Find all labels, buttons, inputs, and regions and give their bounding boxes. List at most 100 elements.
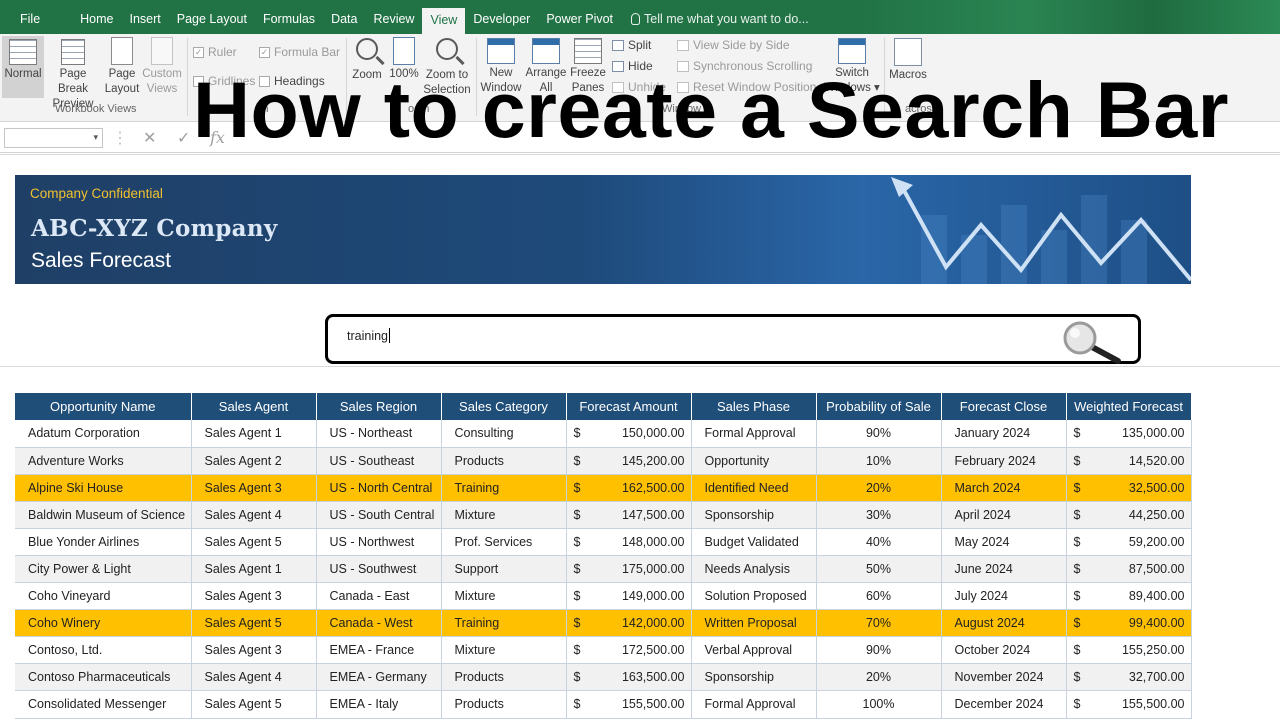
forecast-amount-cell[interactable]: $148,000.00 — [566, 528, 692, 556]
sales-agent-cell[interactable]: Sales Agent 1 — [191, 555, 317, 584]
sales-category-cell[interactable]: Prof. Services — [441, 528, 567, 556]
column-header[interactable]: Opportunity Name — [15, 393, 192, 420]
column-header[interactable]: Sales Category — [441, 393, 567, 420]
forecast-amount-cell[interactable]: $150,000.00 — [566, 420, 692, 448]
sales-region-cell[interactable]: US - North Central — [316, 474, 442, 502]
sales-phase-cell[interactable]: Verbal Approval — [691, 636, 817, 665]
sales-region-cell[interactable]: US - Northeast — [316, 420, 442, 448]
sales-agent-cell[interactable]: Sales Agent 2 — [191, 447, 317, 475]
column-header[interactable]: Forecast Amount — [566, 393, 692, 420]
forecast-amount-cell[interactable]: $149,000.00 — [566, 582, 692, 611]
column-header[interactable]: Sales Phase — [691, 393, 817, 420]
weighted-forecast-cell[interactable]: $32,500.00 — [1066, 474, 1192, 502]
forecast-amount-cell[interactable]: $162,500.00 — [566, 474, 692, 502]
forecast-amount-cell[interactable]: $155,500.00 — [566, 690, 692, 719]
custom-views-button[interactable]: Custom Views — [141, 37, 183, 97]
sales-phase-cell[interactable]: Identified Need — [691, 474, 817, 502]
sales-agent-cell[interactable]: Sales Agent 5 — [191, 609, 317, 638]
tab-developer[interactable]: Developer — [465, 0, 538, 34]
sales-agent-cell[interactable]: Sales Agent 4 — [191, 663, 317, 692]
sales-agent-cell[interactable]: Sales Agent 3 — [191, 636, 317, 665]
probability-cell[interactable]: 20% — [816, 663, 942, 692]
table-row[interactable]: Consolidated Messenger Sales Agent 5 EMEA … — [15, 690, 1192, 719]
sales-region-cell[interactable]: EMEA - Germany — [316, 663, 442, 692]
weighted-forecast-cell[interactable]: $87,500.00 — [1066, 555, 1192, 584]
cancel-icon[interactable]: ✕ — [143, 128, 156, 148]
forecast-amount-cell[interactable]: $172,500.00 — [566, 636, 692, 665]
forecast-close-cell[interactable]: February 2024 — [941, 447, 1067, 475]
opportunity-name-cell[interactable]: Coho Winery — [15, 609, 192, 638]
sales-category-cell[interactable]: Products — [441, 447, 567, 475]
tab-page-layout[interactable]: Page Layout — [169, 0, 255, 34]
sales-agent-cell[interactable]: Sales Agent 3 — [191, 474, 317, 502]
table-row[interactable]: Coho Vineyard Sales Agent 3 Canada - East M… — [15, 582, 1192, 611]
sales-phase-cell[interactable]: Formal Approval — [691, 690, 817, 719]
table-row[interactable]: Contoso, Ltd. Sales Agent 3 EMEA - France M… — [15, 636, 1192, 665]
sales-region-cell[interactable]: US - Southeast — [316, 447, 442, 475]
sales-region-cell[interactable]: US - Southwest — [316, 555, 442, 584]
sales-category-cell[interactable]: Mixture — [441, 582, 567, 611]
forecast-close-cell[interactable]: May 2024 — [941, 528, 1067, 556]
opportunity-name-cell[interactable]: Blue Yonder Airlines — [15, 528, 192, 556]
sales-phase-cell[interactable]: Opportunity — [691, 447, 817, 475]
tab-review[interactable]: Review — [365, 0, 422, 34]
sales-category-cell[interactable]: Training — [441, 609, 567, 638]
opportunity-name-cell[interactable]: City Power & Light — [15, 555, 192, 584]
probability-cell[interactable]: 50% — [816, 555, 942, 584]
tab-file[interactable]: File — [0, 0, 72, 34]
probability-cell[interactable]: 20% — [816, 474, 942, 502]
sales-category-cell[interactable]: Products — [441, 690, 567, 719]
forecast-amount-cell[interactable]: $145,200.00 — [566, 447, 692, 475]
weighted-forecast-cell[interactable]: $155,250.00 — [1066, 636, 1192, 665]
enter-icon[interactable]: ✓ — [177, 128, 190, 148]
probability-cell[interactable]: 30% — [816, 501, 942, 529]
opportunity-name-cell[interactable]: Adventure Works — [15, 447, 192, 475]
opportunity-name-cell[interactable]: Consolidated Messenger — [15, 690, 192, 719]
probability-cell[interactable]: 90% — [816, 420, 942, 448]
sales-phase-cell[interactable]: Written Proposal — [691, 609, 817, 638]
weighted-forecast-cell[interactable]: $14,520.00 — [1066, 447, 1192, 475]
sales-category-cell[interactable]: Consulting — [441, 420, 567, 448]
forecast-amount-cell[interactable]: $147,500.00 — [566, 501, 692, 529]
probability-cell[interactable]: 100% — [816, 690, 942, 719]
view-side-by-side-button[interactable]: View Side by Side — [677, 38, 790, 52]
tab-data[interactable]: Data — [323, 0, 365, 34]
table-row[interactable]: City Power & Light Sales Agent 1 US - Sout… — [15, 555, 1192, 584]
magnifier-icon[interactable] — [1058, 321, 1126, 365]
table-row[interactable]: Baldwin Museum of Science Sales Agent 4 US… — [15, 501, 1192, 529]
sales-phase-cell[interactable]: Budget Validated — [691, 528, 817, 556]
forecast-close-cell[interactable]: June 2024 — [941, 555, 1067, 584]
probability-cell[interactable]: 40% — [816, 528, 942, 556]
sales-agent-cell[interactable]: Sales Agent 5 — [191, 690, 317, 719]
sales-category-cell[interactable]: Training — [441, 474, 567, 502]
forecast-close-cell[interactable]: January 2024 — [941, 420, 1067, 448]
forecast-close-cell[interactable]: July 2024 — [941, 582, 1067, 611]
sales-category-cell[interactable]: Mixture — [441, 501, 567, 529]
normal-view-button[interactable]: Normal — [2, 36, 44, 98]
probability-cell[interactable]: 10% — [816, 447, 942, 475]
table-row[interactable]: Alpine Ski House Sales Agent 3 US - North … — [15, 474, 1192, 502]
forecast-close-cell[interactable]: April 2024 — [941, 501, 1067, 529]
table-row[interactable]: Coho Winery Sales Agent 5 Canada - West Tra… — [15, 609, 1192, 638]
forecast-close-cell[interactable]: December 2024 — [941, 690, 1067, 719]
forecast-close-cell[interactable]: March 2024 — [941, 474, 1067, 502]
tab-insert[interactable]: Insert — [122, 0, 169, 34]
table-row[interactable]: Contoso Pharmaceuticals Sales Agent 4 EMEA… — [15, 663, 1192, 692]
search-bar[interactable]: training — [325, 314, 1141, 364]
sales-category-cell[interactable]: Mixture — [441, 636, 567, 665]
table-row[interactable]: Adventure Works Sales Agent 2 US - Southea… — [15, 447, 1192, 475]
formula-bar-checkbox[interactable]: ✓ Formula Bar — [259, 45, 340, 59]
column-header[interactable]: Probability of Sale — [816, 393, 942, 420]
table-row[interactable]: Adatum Corporation Sales Agent 1 US - Nort… — [15, 420, 1192, 448]
sales-agent-cell[interactable]: Sales Agent 3 — [191, 582, 317, 611]
sales-agent-cell[interactable]: Sales Agent 5 — [191, 528, 317, 556]
tell-me-search[interactable]: Tell me what you want to do... — [621, 0, 809, 34]
opportunity-name-cell[interactable]: Adatum Corporation — [15, 420, 192, 448]
forecast-amount-cell[interactable]: $175,000.00 — [566, 555, 692, 584]
tab-view[interactable]: View — [422, 8, 466, 34]
opportunity-name-cell[interactable]: Baldwin Museum of Science — [15, 501, 192, 529]
worksheet[interactable]: Company Confidential ABC-XYZ Company Sal… — [0, 154, 1280, 720]
probability-cell[interactable]: 90% — [816, 636, 942, 665]
sales-phase-cell[interactable]: Sponsorship — [691, 501, 817, 529]
opportunity-name-cell[interactable]: Contoso, Ltd. — [15, 636, 192, 665]
